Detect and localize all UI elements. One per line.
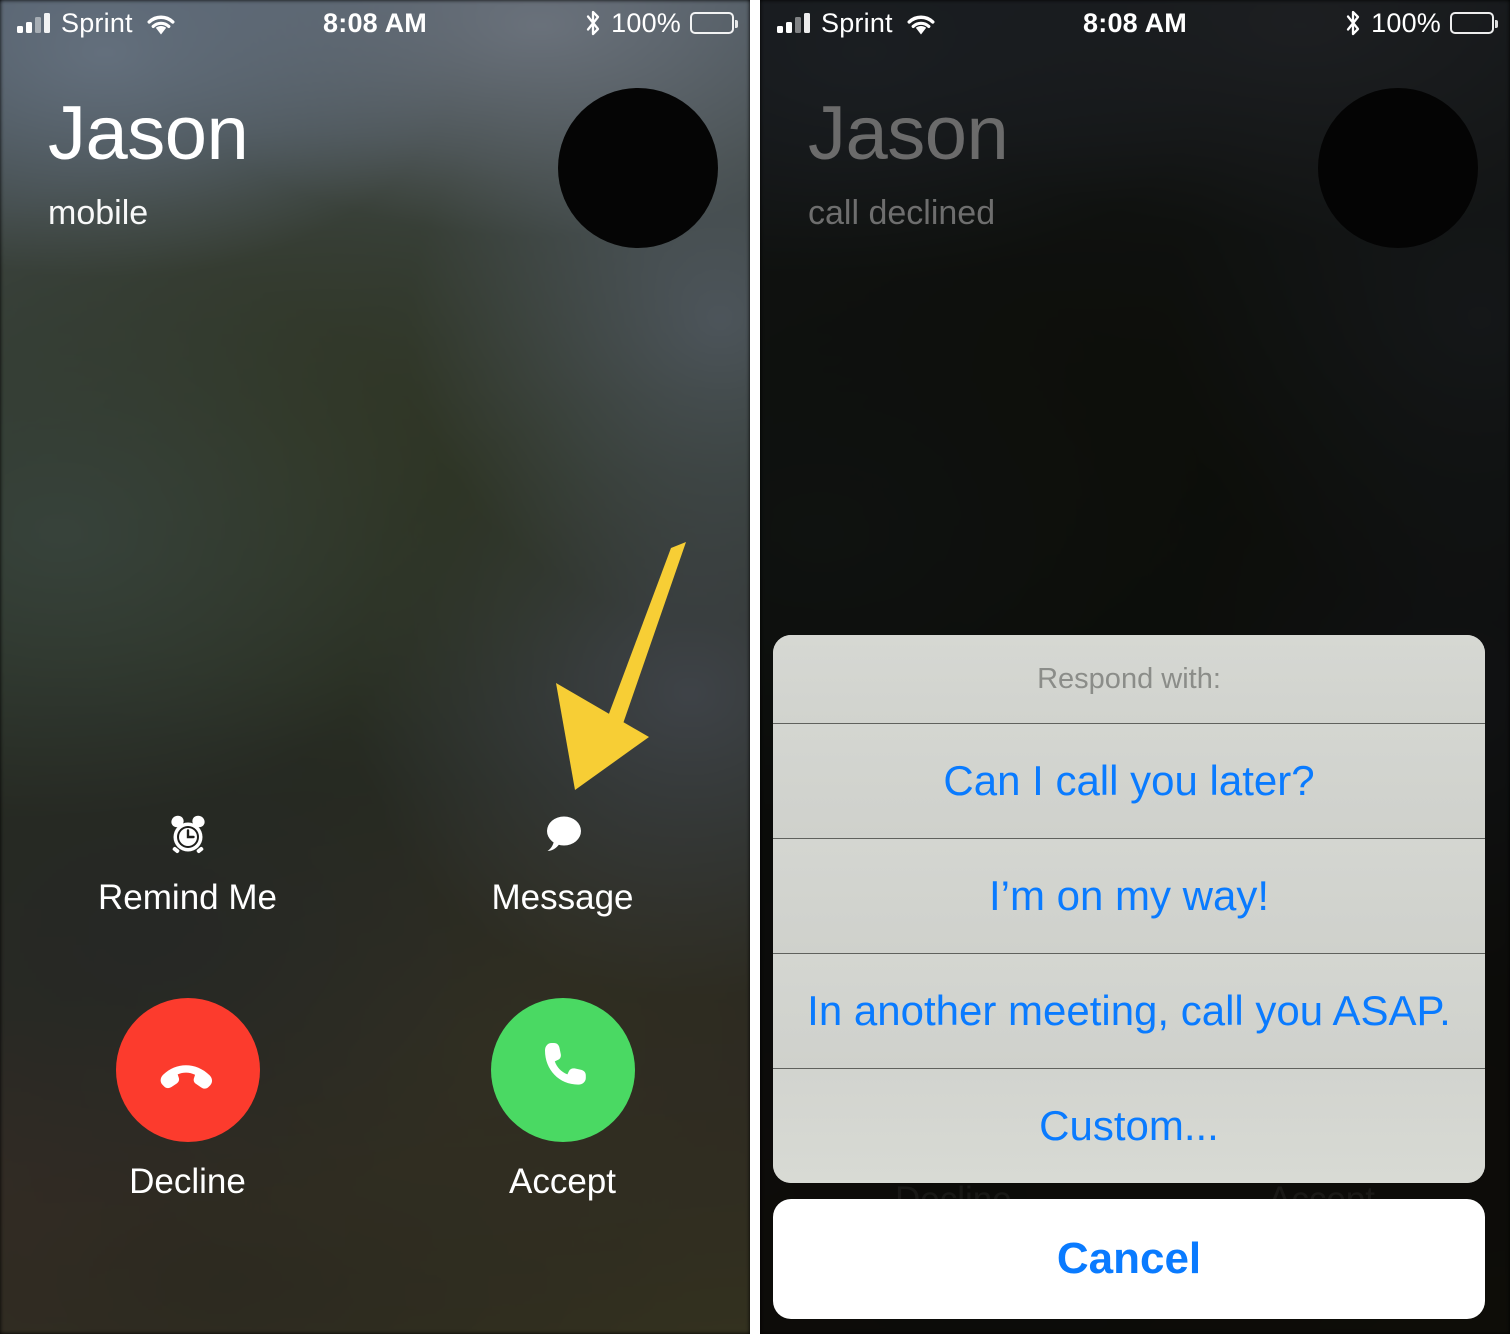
decline-button[interactable]: Decline bbox=[0, 998, 375, 1202]
contact-avatar bbox=[558, 88, 718, 248]
battery-full-icon bbox=[1450, 12, 1498, 34]
secondary-action-row: Remind Me Message bbox=[0, 806, 750, 918]
phone-down-icon bbox=[115, 998, 260, 1142]
phone-icon bbox=[490, 998, 635, 1142]
caller-info-left: Jason mobile bbox=[48, 91, 249, 232]
caller-subtitle: mobile bbox=[48, 194, 149, 232]
primary-action-row: Decline Accept bbox=[0, 998, 750, 1202]
caller-name: Jason bbox=[48, 91, 249, 176]
incoming-call-screen: Sprint 8:08 AM 100% Jason mobile Remind … bbox=[0, 0, 750, 1334]
action-sheet-title: Respond with: bbox=[773, 635, 1485, 724]
speech-bubble-icon bbox=[537, 806, 589, 862]
decline-label: Decline bbox=[129, 1162, 246, 1201]
screenshot-stage: Sprint 8:08 AM 100% Jason mobile Remind … bbox=[0, 0, 1510, 1334]
panel-divider bbox=[750, 0, 760, 1334]
call-actions: Remind Me Message Decline Accept bbox=[0, 806, 750, 1202]
accept-button[interactable]: Accept bbox=[375, 998, 750, 1202]
respond-option-in-meeting[interactable]: In another meeting, call you ASAP. bbox=[773, 954, 1485, 1069]
remind-me-label: Remind Me bbox=[98, 878, 277, 917]
contact-avatar bbox=[1318, 88, 1478, 248]
respond-option-custom[interactable]: Custom... bbox=[773, 1069, 1485, 1183]
caller-name: Jason bbox=[808, 91, 1009, 176]
battery-full-icon bbox=[690, 12, 738, 34]
status-bar-left: Sprint 8:08 AM 100% bbox=[0, 0, 750, 46]
respond-option-on-my-way[interactable]: I’m on my way! bbox=[773, 839, 1485, 954]
remind-me-button[interactable]: Remind Me bbox=[0, 806, 375, 918]
status-bar-clock: 8:08 AM bbox=[323, 7, 427, 38]
respond-with-action-sheet: Respond with: Can I call you later? I’m … bbox=[773, 635, 1485, 1183]
caller-info-right: Jason call declined bbox=[808, 91, 1009, 232]
call-declined-screen: Sprint 8:08 AM 100% Jason call declined … bbox=[760, 0, 1510, 1334]
cancel-button[interactable]: Cancel bbox=[773, 1199, 1485, 1319]
respond-option-call-later[interactable]: Can I call you later? bbox=[773, 724, 1485, 839]
message-button[interactable]: Message bbox=[375, 806, 750, 918]
status-bar-clock: 8:08 AM bbox=[1083, 7, 1187, 38]
accept-label: Accept bbox=[509, 1162, 616, 1201]
message-label: Message bbox=[491, 878, 634, 917]
alarm-clock-icon bbox=[162, 806, 214, 862]
call-status-label: call declined bbox=[808, 194, 996, 232]
status-bar-right: Sprint 8:08 AM 100% bbox=[760, 0, 1510, 46]
